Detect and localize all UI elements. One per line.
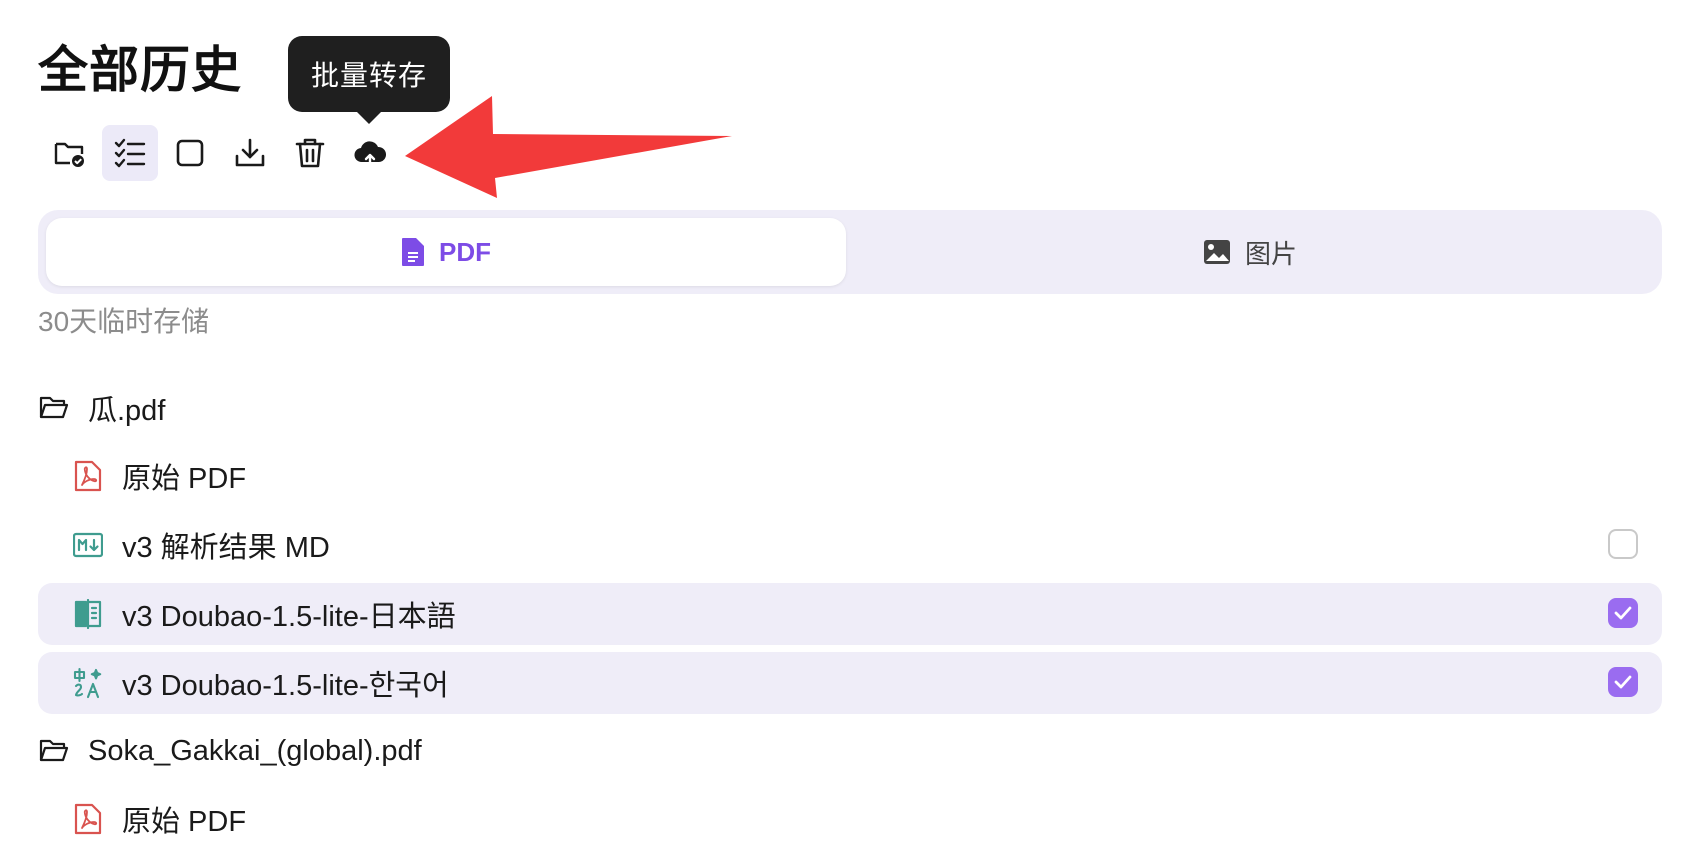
file-item-original-pdf[interactable]: 原始 PDF xyxy=(38,445,1662,507)
file-item-label: 原始 PDF xyxy=(122,463,247,495)
square-icon xyxy=(176,139,204,167)
batch-save-button[interactable] xyxy=(342,125,398,181)
file-item-label: v3 解析结果 MD xyxy=(122,532,330,564)
pdf-file-icon xyxy=(72,460,104,492)
toolbar xyxy=(42,125,398,181)
file-item-label: v3 Doubao-1.5-lite-日本語 xyxy=(122,601,456,633)
file-item-japanese-translation[interactable]: v3 Doubao-1.5-lite-日本語 xyxy=(38,583,1662,645)
checkmark-icon xyxy=(1614,675,1632,689)
file-item-label: v3 Doubao-1.5-lite-한국어 xyxy=(122,670,449,702)
markdown-icon xyxy=(72,529,104,561)
translate-icon xyxy=(72,667,104,699)
bilingual-book-icon xyxy=(72,598,104,630)
download-button[interactable] xyxy=(222,125,278,181)
file-item-label: 原始 PDF xyxy=(122,806,247,838)
storage-note: 30天临时存储 xyxy=(38,306,210,337)
select-all-checkbox[interactable] xyxy=(162,125,218,181)
checkmark-icon xyxy=(1614,606,1632,620)
tab-pdf-label: PDF xyxy=(439,236,491,267)
row-checkbox[interactable] xyxy=(1608,529,1638,559)
folder-name: Soka_Gakkai_(global).pdf xyxy=(88,734,422,767)
tab-pdf[interactable]: PDF xyxy=(46,218,846,286)
list-check-icon xyxy=(114,138,146,168)
row-checkbox[interactable] xyxy=(1608,667,1638,697)
pdf-file-icon xyxy=(72,803,104,835)
folder-open-icon xyxy=(38,735,70,767)
delete-button[interactable] xyxy=(282,125,338,181)
file-tree: 瓜.pdf 原始 PDF v3 解析结果 MD v3 Doubao-1.5-li… xyxy=(38,378,1662,857)
row-checkbox[interactable] xyxy=(1608,598,1638,628)
file-item-markdown[interactable]: v3 解析结果 MD xyxy=(38,514,1662,576)
multi-select-button[interactable] xyxy=(102,125,158,181)
cloud-upload-icon xyxy=(354,141,387,168)
file-item-korean-translation[interactable]: v3 Doubao-1.5-lite-한국어 xyxy=(38,652,1662,714)
download-icon xyxy=(235,138,265,167)
image-icon xyxy=(1203,240,1230,264)
folder-name: 瓜.pdf xyxy=(88,395,166,427)
document-icon xyxy=(402,238,424,266)
file-type-tabs: PDF 图片 xyxy=(38,210,1662,294)
trash-icon xyxy=(295,138,325,168)
tab-images[interactable]: 图片 xyxy=(846,218,1654,286)
folder-row[interactable]: Soka_Gakkai_(global).pdf xyxy=(38,721,1662,781)
folder-open-icon xyxy=(38,392,70,424)
file-item-original-pdf[interactable]: 原始 PDF xyxy=(38,788,1662,850)
folder-row[interactable]: 瓜.pdf xyxy=(38,378,1662,438)
folder-check-button[interactable] xyxy=(42,125,98,181)
tab-images-label: 图片 xyxy=(1244,238,1297,269)
folder-check-icon xyxy=(54,142,84,167)
annotation-arrow xyxy=(405,96,732,198)
page-title: 全部历史 xyxy=(38,42,242,98)
